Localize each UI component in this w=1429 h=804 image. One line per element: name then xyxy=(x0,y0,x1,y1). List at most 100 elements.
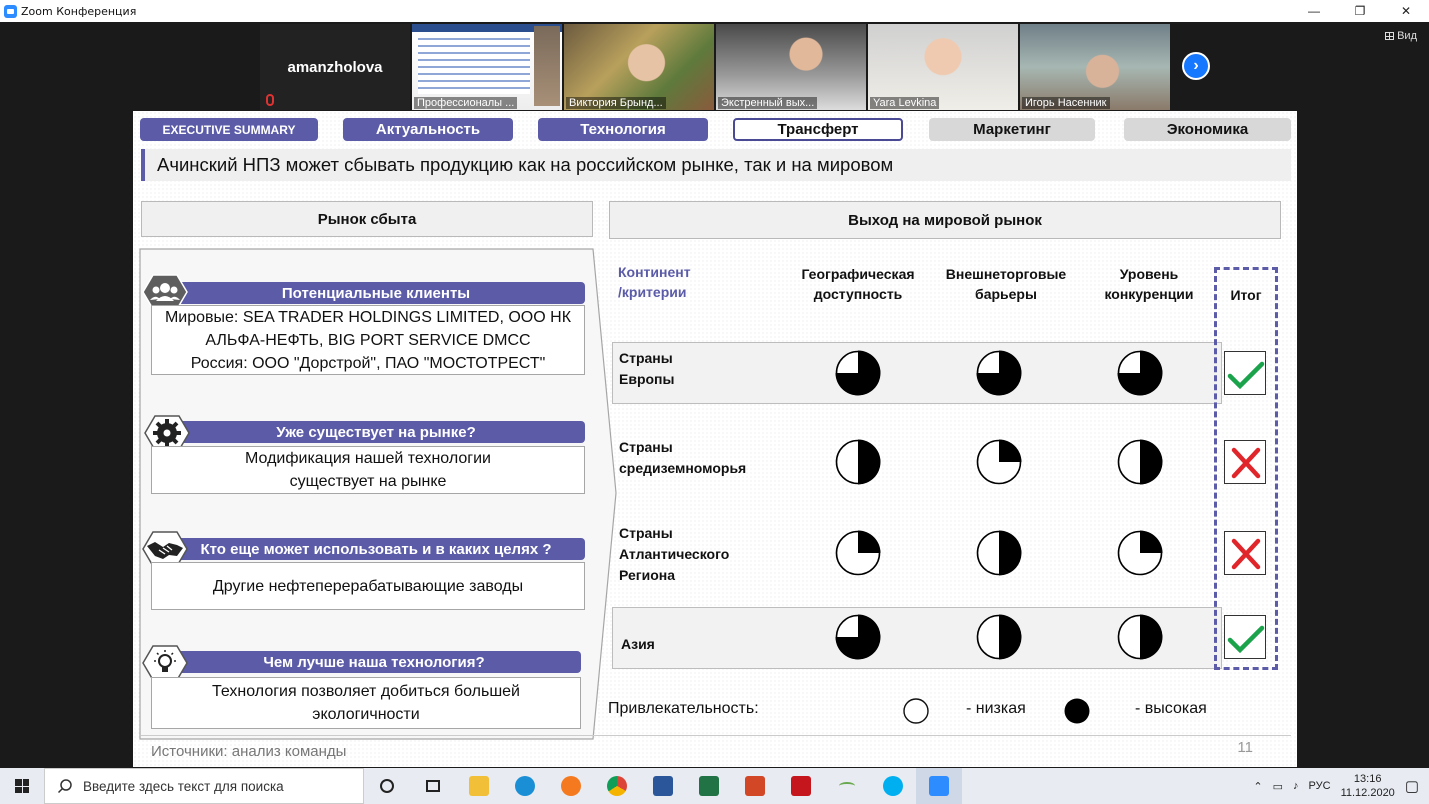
cortana-icon[interactable] xyxy=(364,768,410,804)
maximize-button[interactable]: ❐ xyxy=(1337,0,1383,22)
skype-icon[interactable] xyxy=(870,768,916,804)
item-body: Другие нефтеперерабатывающие заводы xyxy=(151,562,585,610)
zoom-app-icon xyxy=(4,4,17,18)
low-attractiveness-icon xyxy=(903,698,929,724)
legend-high: - высокая xyxy=(1135,700,1207,717)
participant-name: Экстренный вых... xyxy=(718,97,818,109)
notifications-icon[interactable]: ▢ xyxy=(1405,777,1419,795)
acrobat-icon[interactable] xyxy=(778,768,824,804)
harvey-ball xyxy=(835,530,881,576)
language-indicator[interactable]: РУС xyxy=(1309,780,1331,792)
item-banner: Чем лучше наша технология? xyxy=(167,651,581,673)
harvey-ball xyxy=(1117,530,1163,576)
start-button[interactable] xyxy=(0,768,44,804)
participant-tile[interactable]: Yara Levkina xyxy=(868,24,1018,110)
participant-name: Профессионалы ... xyxy=(414,97,518,109)
tab-marketing: Маркетинг xyxy=(929,118,1095,141)
item-line: Модификация нашей технологии xyxy=(245,450,491,467)
cross-mark-icon xyxy=(1224,440,1266,484)
item-line: АЛЬФА-НЕФТЬ, BIG PORT SERVICE DMCC xyxy=(205,331,531,349)
view-button[interactable]: Вид xyxy=(1385,30,1417,42)
row-label: Страны средиземноморья xyxy=(619,439,747,476)
window-titlebar: Zoom Конференция — ❐ ✕ xyxy=(0,0,1429,22)
item-body: Мировые: SEA TRADER HOLDINGS LIMITED, ОО… xyxy=(151,305,585,375)
participant-tile[interactable]: Виктория Брынд... xyxy=(564,24,714,110)
windows-taskbar: Введите здесь текст для поиска ⌃ ▭ ♪ РУС… xyxy=(0,768,1429,804)
word-icon[interactable] xyxy=(640,768,686,804)
volume-icon[interactable]: ♪ xyxy=(1293,780,1299,792)
slide-tabs: EXECUTIVE SUMMARY Актуальность Технологи… xyxy=(140,118,1292,142)
column-header: Внешнеторговые барьеры xyxy=(945,266,1067,302)
zoom-taskbar-icon[interactable] xyxy=(916,768,962,804)
clock[interactable]: 13:16 11.12.2020 xyxy=(1341,772,1395,800)
check-mark-glyph xyxy=(1227,625,1265,654)
tab-economics: Экономика xyxy=(1124,118,1291,141)
system-tray: ⌃ ▭ ♪ РУС 13:16 11.12.2020 ▢ xyxy=(1253,768,1429,804)
participant-name: Игорь Насенник xyxy=(1022,97,1110,109)
search-icon xyxy=(57,779,72,794)
tab-relevance: Актуальность xyxy=(343,118,513,141)
participant-tile[interactable]: Профессионалы ... xyxy=(412,24,562,110)
cross-mark-glyph xyxy=(1231,447,1261,479)
row-label: Страны Европы xyxy=(619,350,675,387)
participant-name: Виктория Брынд... xyxy=(566,97,666,109)
participant-tile[interactable]: Экстренный вых... xyxy=(716,24,866,110)
harvey-ball xyxy=(976,439,1022,485)
item-line: Россия: ООО "Дорстрой", ПАО "МОСТОТРЕСТ" xyxy=(190,354,546,372)
item-banner: Потенциальные клиенты xyxy=(167,282,585,304)
loading-app-icon[interactable] xyxy=(824,768,870,804)
item-line: Другие нефтеперерабатывающие заводы xyxy=(212,577,524,595)
check-mark-icon xyxy=(1224,615,1266,659)
item-body: Технология позволяет добиться большей эк… xyxy=(151,677,581,729)
column-header: Географическая доступность xyxy=(801,266,915,302)
slide-headline: Ачинский НПЗ может сбывать продукцию как… xyxy=(141,149,1291,181)
criteria-header: Континент /критерии xyxy=(618,264,691,300)
harvey-ball xyxy=(1117,614,1163,660)
item-line: Технология позволяет добиться большей xyxy=(212,683,520,700)
minimize-button[interactable]: — xyxy=(1291,0,1337,22)
tab-executive-summary: EXECUTIVE SUMMARY xyxy=(140,118,318,141)
tray-chevron-icon[interactable]: ⌃ xyxy=(1253,780,1262,793)
edge-icon[interactable] xyxy=(502,768,548,804)
item-banner: Уже существует на рынке? xyxy=(167,421,585,443)
participant-tile[interactable]: Игорь Насенник xyxy=(1020,24,1170,110)
left-section-title: Рынок сбыта xyxy=(141,201,593,237)
harvey-ball xyxy=(1117,439,1163,485)
powerpoint-icon[interactable] xyxy=(732,768,778,804)
next-page-button[interactable]: › xyxy=(1182,52,1210,80)
taskbar-search-input[interactable]: Введите здесь текст для поиска xyxy=(44,768,364,804)
cross-mark-glyph xyxy=(1231,538,1261,570)
check-mark-icon xyxy=(1224,351,1266,395)
window-title: Zoom Конференция xyxy=(21,4,137,18)
network-icon[interactable]: ▭ xyxy=(1273,780,1283,793)
excel-icon[interactable] xyxy=(686,768,732,804)
shared-slide: EXECUTIVE SUMMARY Актуальность Технологи… xyxy=(133,111,1297,767)
harvey-ball xyxy=(1117,350,1163,396)
grid-icon xyxy=(1385,32,1395,40)
windows-logo-icon xyxy=(15,779,29,793)
item-line: существует на рынке xyxy=(289,473,447,490)
task-view-icon[interactable] xyxy=(410,768,456,804)
item-banner: Кто еще может использовать и в каких цел… xyxy=(167,538,585,560)
column-header: Уровень конкуренции xyxy=(1104,266,1194,302)
item-line: Мировые: SEA TRADER HOLDINGS LIMITED, ОО… xyxy=(164,308,572,326)
harvey-ball xyxy=(835,350,881,396)
chrome-icon[interactable] xyxy=(594,768,640,804)
legend-low: - низкая xyxy=(966,700,1026,717)
speaker-name: amanzholova xyxy=(287,58,383,76)
harvey-ball xyxy=(976,614,1022,660)
cross-mark-icon xyxy=(1224,531,1266,575)
page-number: 11 xyxy=(1237,739,1253,756)
tab-transfer: Трансферт xyxy=(733,118,903,141)
row-label: Азия xyxy=(621,636,655,652)
high-attractiveness-icon xyxy=(1064,698,1090,724)
file-explorer-icon[interactable] xyxy=(456,768,502,804)
check-mark-glyph xyxy=(1227,361,1265,390)
active-speaker-tile[interactable]: amanzholova xyxy=(260,24,410,110)
participant-strip: amanzholova Профессионалы ... Виктория Б… xyxy=(260,24,1170,110)
firefox-icon[interactable] xyxy=(548,768,594,804)
close-button[interactable]: ✕ xyxy=(1383,0,1429,22)
row-label: Страны Атлантического Региона xyxy=(619,525,730,583)
harvey-ball xyxy=(976,350,1022,396)
footer-divider xyxy=(141,735,1291,736)
